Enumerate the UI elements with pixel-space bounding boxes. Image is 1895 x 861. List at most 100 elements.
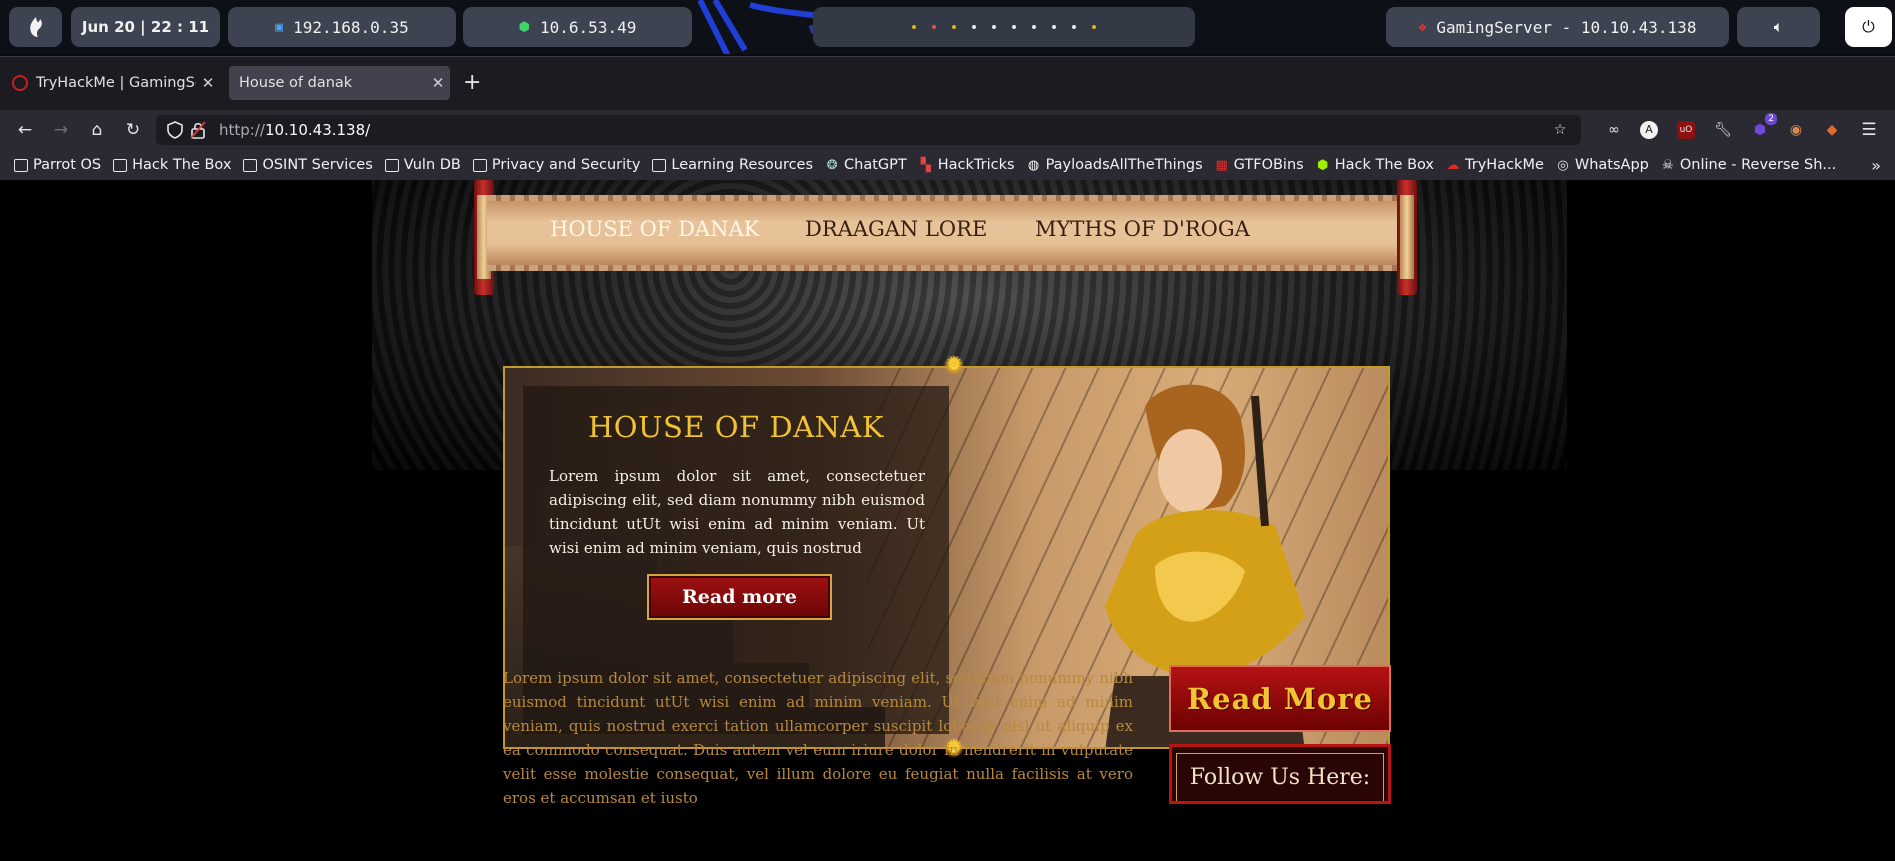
bookmark-item[interactable]: ☠ Online - Reverse Sh...	[1661, 157, 1836, 173]
bookmark-item[interactable]: Learning Resources	[652, 157, 813, 173]
bookmark-label: OSINT Services	[262, 157, 373, 173]
folder-icon	[14, 158, 28, 172]
ublock-icon[interactable]: uO	[1677, 121, 1695, 139]
tab-close-icon[interactable]: ✕	[196, 74, 220, 92]
navigation-toolbar: ← → ⌂ ↻ http://10.10.43.138/ ☆ ∞ A uO 🔧︎…	[0, 110, 1895, 150]
account-icon[interactable]: A	[1640, 121, 1658, 139]
follow-us-box: Follow Us Here:	[1169, 744, 1391, 804]
vpn-ip-indicator[interactable]: ⬢ 10.6.53.49	[463, 7, 692, 47]
bookmark-item[interactable]: ◎ WhatsApp	[1556, 157, 1649, 173]
new-tab-plus-icon[interactable]: +	[463, 72, 481, 94]
hero-paragraph: Lorem ipsum dolor sit amet, consectetuer…	[549, 467, 925, 557]
folder-icon	[652, 158, 667, 172]
menu-hamburger-icon[interactable]: ☰	[1858, 119, 1880, 141]
bookmark-item[interactable]: Vuln DB	[384, 157, 461, 173]
tab-house-of-danak[interactable]: House of danak ✕	[229, 66, 450, 100]
bookmark-label: Hack The Box	[1334, 157, 1435, 173]
clock[interactable]: Jun 20 | 22 : 11	[71, 7, 220, 47]
bookmark-label: TryHackMe	[1465, 157, 1544, 173]
nav-draagan-lore[interactable]: DRAAGAN LORE	[805, 217, 987, 241]
extension-hexagon-icon[interactable]: ⬢ 2	[1749, 113, 1777, 141]
bookmark-label: PayloadsAllTheThings	[1045, 157, 1203, 173]
clock-text: Jun 20 | 22 : 11	[81, 18, 210, 36]
bookmark-item[interactable]: ◍ PayloadsAllTheThings	[1027, 157, 1203, 173]
bookmark-label: WhatsApp	[1574, 157, 1649, 173]
home-icon[interactable]: ⌂	[85, 118, 109, 142]
browser-window: TryHackMe | GamingServer ✕ House of dana…	[0, 56, 1895, 861]
insecure-lock-icon[interactable]	[190, 121, 206, 139]
url-bar[interactable]: http://10.10.43.138/ ☆	[156, 115, 1581, 145]
tab-bar: TryHackMe | GamingServer ✕ House of dana…	[0, 57, 1895, 110]
sun-ornament-icon	[943, 351, 965, 376]
cookie-extension-icon[interactable]: ◉	[1785, 119, 1807, 141]
bookmark-star-icon[interactable]: ☆	[1549, 119, 1571, 141]
nav-myths-of-droga[interactable]: MYTHS OF D'ROGA	[1035, 217, 1250, 241]
thm-icon: ☁	[1446, 157, 1460, 173]
bookmark-item[interactable]: ▦ GTFOBins	[1215, 157, 1304, 173]
power-button[interactable]: ⏻	[1845, 7, 1892, 47]
htb-icon: ⬢	[1317, 157, 1329, 173]
reload-icon[interactable]: ↻	[121, 118, 145, 142]
bookmark-item[interactable]: Hack The Box	[113, 157, 231, 173]
private-mask-icon[interactable]: ∞	[1603, 119, 1625, 141]
workspace-dot[interactable]	[1092, 25, 1096, 29]
target-indicator[interactable]: ✥ GamingServer - 10.10.43.138	[1386, 7, 1729, 47]
tracking-shield-icon[interactable]	[166, 121, 184, 139]
bookmarks-overflow-chevron-icon[interactable]: »	[1871, 156, 1881, 175]
sidebar-read-more-button[interactable]: Read More	[1169, 665, 1391, 732]
workspace-dot[interactable]	[1072, 25, 1076, 29]
bookmark-item[interactable]: Parrot OS	[14, 157, 101, 173]
tab-close-icon[interactable]: ✕	[426, 74, 450, 92]
nav-house-of-danak[interactable]: HOUSE OF DANAK	[550, 217, 759, 241]
follow-us-label: Follow Us Here:	[1189, 765, 1371, 790]
folder-icon	[113, 158, 128, 172]
bookmark-item[interactable]: ▚ HackTricks	[919, 157, 1015, 173]
parrot-menu-button[interactable]	[9, 7, 62, 47]
bookmark-item[interactable]: Privacy and Security	[472, 157, 641, 173]
target-text: GamingServer - 10.10.43.138	[1436, 17, 1697, 37]
wrench-icon[interactable]: 🔧︎	[1712, 119, 1734, 141]
local-ip-indicator[interactable]: ▣ 192.168.0.35	[228, 7, 456, 47]
target-crosshair-icon: ✥	[1418, 19, 1427, 35]
back-arrow-icon[interactable]: ←	[13, 118, 37, 142]
speaker-icon: 🔈︎	[1773, 17, 1784, 36]
bookmark-label: Online - Reverse Sh...	[1679, 157, 1837, 173]
bookmark-item[interactable]: ⬢ Hack The Box	[1316, 157, 1434, 173]
parrot-logo-icon	[29, 17, 42, 37]
power-icon: ⏻	[1862, 17, 1875, 36]
tab-tryhackme[interactable]: TryHackMe | GamingServer ✕	[2, 66, 220, 100]
workspace-switcher[interactable]	[813, 7, 1195, 47]
foxy-extension-icon[interactable]: ◆	[1821, 119, 1843, 141]
bookmark-item[interactable]: ☁ TryHackMe	[1446, 157, 1544, 173]
workspace-dot[interactable]	[952, 25, 956, 29]
gtfobins-icon: ▦	[1215, 157, 1228, 173]
bookmark-label: Privacy and Security	[491, 157, 641, 173]
chatgpt-icon: ❂	[826, 157, 838, 173]
tryhackme-favicon-icon	[12, 75, 28, 91]
bookmark-label: Hack The Box	[132, 157, 232, 173]
workspace-dot[interactable]	[1032, 25, 1036, 29]
forward-arrow-icon[interactable]: →	[49, 118, 73, 142]
bookmark-label: ChatGPT	[844, 157, 907, 173]
workspace-dot[interactable]	[992, 25, 996, 29]
workspace-dot[interactable]	[912, 25, 916, 29]
local-ip-text: 192.168.0.35	[293, 17, 409, 37]
network-icon: ▣	[275, 19, 284, 35]
hero-read-more-button[interactable]: Read more	[647, 574, 832, 620]
tab-label: House of danak	[239, 75, 353, 91]
workspace-dot[interactable]	[972, 25, 976, 29]
bookmark-item[interactable]: OSINT Services	[243, 157, 373, 173]
volume-button[interactable]: 🔈︎	[1737, 7, 1820, 47]
url-protocol: http://	[219, 121, 265, 139]
bookmark-label: Parrot OS	[33, 157, 102, 173]
url-text[interactable]: http://10.10.43.138/	[219, 121, 370, 139]
body-paragraph: Lorem ipsum dolor sit amet, consectetuer…	[503, 669, 1133, 807]
folder-icon	[384, 158, 399, 172]
bookmarks-bar: Parrot OS Hack The Box OSINT Services Vuln …	[0, 150, 1895, 180]
folder-icon	[472, 158, 487, 172]
workspace-dot[interactable]	[932, 25, 936, 29]
bookmark-item[interactable]: ❂ ChatGPT	[825, 157, 907, 173]
vpn-ip-text: 10.6.53.49	[540, 17, 637, 37]
workspace-dot[interactable]	[1052, 25, 1056, 29]
workspace-dot[interactable]	[1012, 25, 1016, 29]
